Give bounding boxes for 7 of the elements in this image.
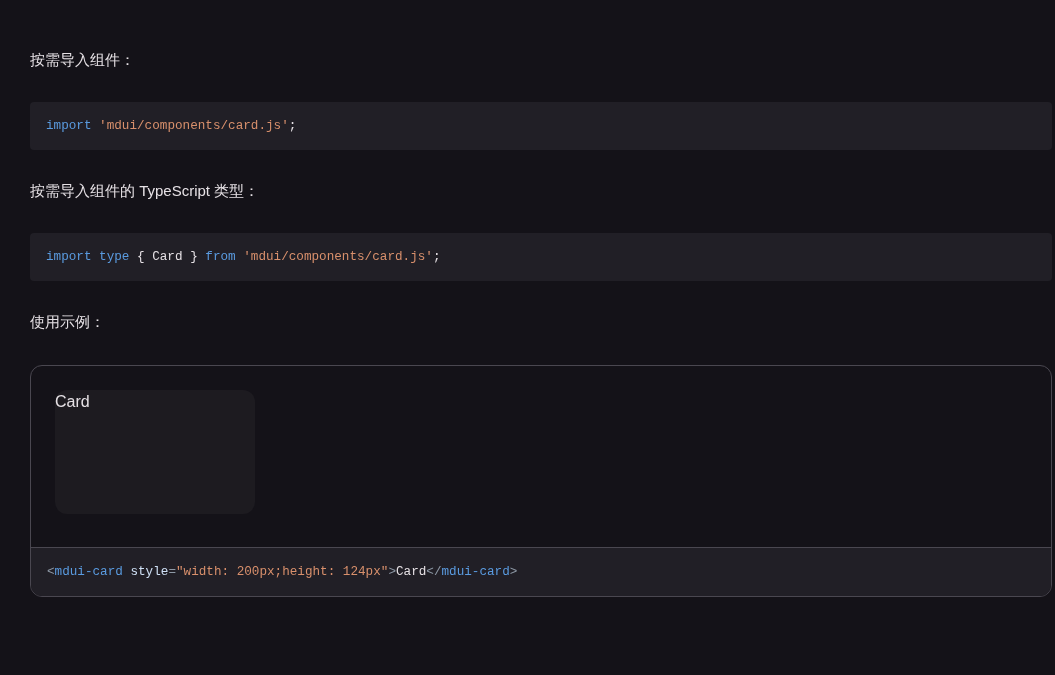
code-line: import type { Card } from 'mdui/components/card.js'; [46,248,441,266]
code-line: <mdui-card style="width: 200px;height: 124px">Card</mdui-card> [47,563,518,581]
code-line: import 'mdui/components/card.js'; [46,117,297,135]
paragraph: 按需导入组件： [30,50,135,70]
paragraph: 按需导入组件的 TypeScript 类型： [30,181,260,201]
paragraph: 使用示例： [30,312,105,332]
card-label: Card [55,392,90,412]
